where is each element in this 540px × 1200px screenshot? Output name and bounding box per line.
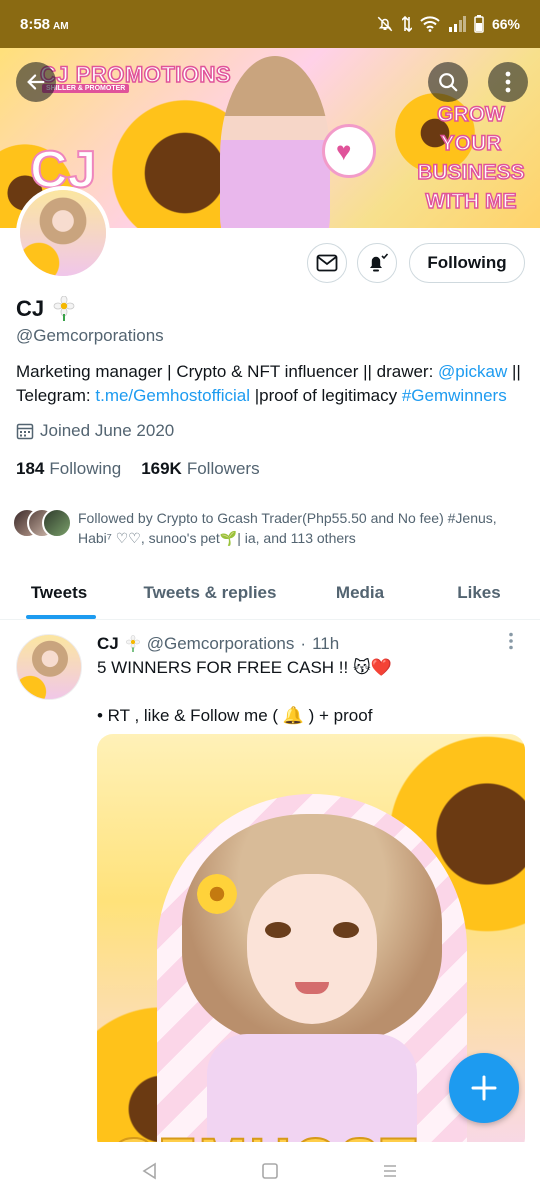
character-eye [265, 922, 291, 938]
tweet-line-1: 5 WINNERS FOR FREE CASH !! 😽❤️ [97, 658, 392, 677]
profile-handle: @Gemcorporations [16, 326, 164, 345]
compose-plus-icon [471, 1075, 497, 1101]
system-nav-bar [0, 1142, 540, 1200]
hair-flower [197, 874, 237, 914]
heart-icon: ♥ [336, 136, 352, 166]
bell-icon [370, 253, 389, 272]
tab-likes[interactable]: Likes [418, 566, 540, 619]
follow-stats: 184 Following 169K Followers [16, 459, 260, 479]
nav-back-icon[interactable] [141, 1162, 159, 1180]
profile-tabs: Tweets Tweets & replies Media Likes [0, 566, 540, 620]
profile-bio: Marketing manager | Crypto & NFT influen… [16, 362, 521, 405]
sunflower-icon [53, 296, 75, 321]
search-icon [439, 73, 458, 92]
mute-bell-icon [377, 16, 393, 32]
more-vertical-icon [505, 71, 511, 93]
compose-tweet-button[interactable] [449, 1053, 519, 1123]
following-stat[interactable]: 184 Following [16, 459, 121, 479]
status-bar: 8:58 AM 66% [0, 0, 540, 48]
wifi-icon [420, 16, 440, 32]
tweet-separator: · [300, 634, 307, 653]
nav-home-icon[interactable] [261, 1162, 279, 1180]
tweet-author-name[interactable]: CJ [97, 634, 119, 654]
battery-icon [474, 15, 484, 33]
tweet-text: 5 WINNERS FOR FREE CASH !! 😽❤️ • RT , li… [97, 656, 517, 728]
search-button[interactable] [428, 62, 468, 102]
signal-icon [448, 16, 466, 32]
mail-icon [316, 254, 338, 272]
character-face [247, 874, 377, 1024]
tab-tweets[interactable]: Tweets [0, 566, 118, 619]
joined-date: Joined June 2020 [16, 421, 174, 441]
bio-hashtag-link[interactable]: #Gemwinners [402, 386, 507, 405]
tweet-line-2: • RT , like & Follow me ( 🔔 ) + proof [97, 706, 373, 725]
more-vertical-icon [509, 632, 513, 650]
bio-mention-link[interactable]: @pickaw [438, 362, 507, 381]
calendar-icon [16, 423, 34, 440]
character-eye [333, 922, 359, 938]
status-time: 8:58 AM [20, 15, 69, 33]
back-arrow-icon [27, 74, 45, 90]
tab-tweets-replies[interactable]: Tweets & replies [118, 566, 302, 619]
avatar-illustration [17, 635, 81, 699]
tweet-avatar[interactable] [16, 634, 82, 700]
banner-cta: GROW YOUR BUSINESS WITH ME [417, 102, 526, 214]
notifications-button[interactable] [357, 243, 397, 283]
profile-name: CJ [16, 296, 76, 322]
followed-by-text: Followed by Crypto to Gcash Trader(Php55… [78, 510, 497, 546]
tweet-header: CJ @Gemcorporations · 11h [97, 634, 339, 654]
message-button[interactable] [307, 243, 347, 283]
followers-avatars [12, 508, 76, 540]
battery-level: 66% [491, 16, 520, 32]
more-options-button[interactable] [488, 62, 528, 102]
avatar [42, 508, 72, 538]
profile-avatar[interactable] [16, 186, 110, 280]
bio-telegram-link[interactable]: t.me/Gemhostofficial [95, 386, 250, 405]
avatar-illustration [20, 190, 106, 276]
followed-by[interactable]: Followed by Crypto to Gcash Trader(Php55… [12, 508, 532, 548]
following-button[interactable]: Following [409, 243, 525, 283]
profile-name-text: CJ [16, 296, 45, 321]
character-illustration [220, 56, 330, 228]
followers-stat[interactable]: 169K Followers [141, 459, 259, 479]
data-arrows-icon [401, 15, 412, 33]
back-button[interactable] [16, 62, 56, 102]
tab-media[interactable]: Media [302, 566, 418, 619]
tweet-time[interactable]: 11h [312, 634, 339, 654]
tweet-author-handle[interactable]: @Gemcorporations [147, 634, 295, 654]
status-icons: 66% [376, 15, 520, 33]
joined-text: Joined June 2020 [40, 421, 175, 440]
nav-recents-icon[interactable] [381, 1162, 399, 1180]
sunflower-icon [125, 635, 140, 652]
tweet-more-button[interactable] [508, 632, 514, 655]
